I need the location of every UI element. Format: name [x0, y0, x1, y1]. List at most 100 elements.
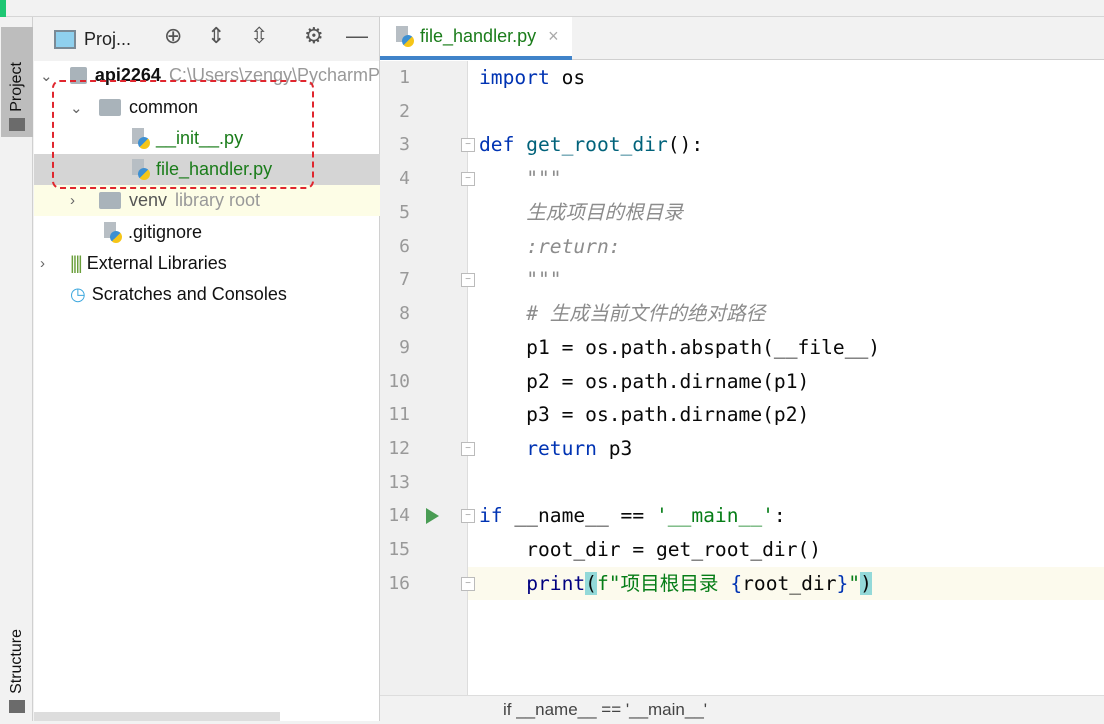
code-line[interactable]: def get_root_dir():	[479, 128, 703, 161]
code-token: ():	[667, 133, 704, 157]
tree-item-gitignore[interactable]: .gitignore	[34, 217, 380, 248]
project-toolbar: Proj... ⊕ ⇕ ⇳ ⚙ —	[34, 17, 379, 61]
code-token: p3	[596, 437, 633, 461]
tree-item-external-libraries[interactable]: › |||| External Libraries	[34, 248, 380, 279]
fold-marker-icon[interactable]: −	[461, 509, 475, 524]
code-token: f"项目根目录	[596, 571, 731, 595]
chevron-right-icon[interactable]: ›	[70, 192, 75, 209]
code-token: p1 = os.path.abspath(__file__)	[479, 335, 881, 359]
project-view-icon	[54, 29, 76, 49]
line-number: 6	[399, 235, 410, 257]
code-token: """	[526, 167, 562, 191]
code-token: def	[479, 133, 515, 157]
code-line[interactable]: return p3	[479, 432, 632, 465]
fold-marker-icon[interactable]: −	[461, 576, 475, 591]
locate-icon[interactable]: ⊕	[164, 23, 182, 49]
code-line[interactable]: if __name__ == '__main__':	[479, 499, 786, 532]
line-number: 4	[399, 168, 410, 190]
code-token: __name__ ==	[502, 504, 656, 528]
fold-marker-icon[interactable]: −	[461, 442, 475, 457]
folder-icon	[9, 118, 25, 131]
code-token: "	[848, 571, 861, 595]
line-number: 12	[388, 438, 410, 460]
expand-all-icon[interactable]: ⇕	[207, 23, 225, 49]
libraries-icon: ||||	[70, 253, 83, 273]
highlight-annotation	[52, 80, 314, 189]
code-token: )	[860, 571, 872, 595]
chevron-right-icon[interactable]: ›	[40, 255, 45, 272]
code-line[interactable]: # 生成当前文件的绝对路径	[479, 297, 765, 330]
gear-icon[interactable]: ⚙	[304, 23, 324, 49]
line-number: 16	[388, 572, 410, 594]
folder-icon	[99, 192, 121, 209]
code-line[interactable]: print(f"项目根目录 {root_dir}")	[479, 567, 872, 600]
code-breadcrumb[interactable]: if __name__ == '__main__'	[380, 695, 1104, 721]
line-number: 11	[388, 404, 410, 426]
fold-marker-icon[interactable]: −	[461, 273, 475, 288]
code-line[interactable]: 生成项目的根目录	[479, 196, 683, 229]
code-token: {	[730, 571, 743, 595]
line-number: 3	[399, 134, 410, 156]
code-token: root_dir = get_root_dir()	[479, 538, 822, 562]
code-token: print	[526, 571, 586, 595]
code-token: if	[479, 504, 503, 528]
code-line[interactable]: p2 = os.path.dirname(p1)	[479, 365, 809, 398]
code-line[interactable]: :return:	[479, 230, 620, 263]
tree-item-venv[interactable]: › venv library root	[34, 185, 380, 216]
code-token: return	[526, 437, 597, 461]
tree-item-label: .gitignore	[128, 222, 203, 242]
code-line[interactable]: """	[479, 162, 562, 195]
line-number: 8	[399, 303, 410, 325]
code-token: os	[549, 66, 586, 89]
code-token: :	[773, 504, 786, 528]
editor-panel: file_handler.py × 1 import os 2 3− def get_r…	[380, 17, 1104, 721]
line-number: 13	[388, 471, 410, 493]
code-line[interactable]: p1 = os.path.abspath(__file__)	[479, 331, 880, 364]
code-token: """	[526, 268, 562, 292]
chevron-down-icon[interactable]: ⌄	[40, 67, 53, 85]
structure-tool-tab[interactable]: Structure	[1, 607, 33, 719]
project-tab-label: Project	[8, 62, 25, 112]
line-number: 2	[399, 100, 410, 122]
code-line[interactable]: p3 = os.path.dirname(p2)	[479, 398, 809, 431]
ignored-file-icon	[102, 221, 122, 244]
project-tool-tab[interactable]: Project	[1, 27, 33, 137]
tab-label: file_handler.py	[420, 26, 537, 46]
python-file-icon	[394, 25, 414, 48]
code-line[interactable]: import os	[479, 61, 585, 94]
code-token: # 生成当前文件的绝对路径	[526, 302, 766, 326]
scratches-icon: ◷	[70, 284, 86, 304]
line-number: 7	[399, 269, 410, 291]
tree-item-hint: library root	[175, 190, 261, 210]
line-number: 1	[399, 67, 410, 88]
minimize-icon[interactable]: —	[346, 23, 368, 49]
line-number: 15	[388, 539, 410, 561]
code-token: root_dir	[742, 571, 837, 595]
code-line[interactable]: """	[479, 263, 562, 296]
run-icon[interactable]	[426, 508, 439, 525]
code-token: import	[479, 66, 550, 89]
tree-item-label: External Libraries	[86, 253, 227, 273]
tab-file-handler-py[interactable]: file_handler.py ×	[380, 17, 572, 60]
collapse-all-icon[interactable]: ⇳	[250, 23, 268, 49]
code-token: '__main__'	[655, 504, 774, 528]
fold-marker-icon[interactable]: −	[461, 138, 475, 153]
code-token: get_root_dir	[514, 133, 668, 157]
horizontal-scrollbar[interactable]	[34, 712, 280, 721]
code-token: p2 = os.path.dirname(p1)	[479, 369, 810, 393]
tree-item-scratches[interactable]: ◷ Scratches and Consoles	[34, 279, 380, 310]
structure-tab-label: Structure	[8, 629, 25, 694]
line-number: 5	[399, 201, 410, 223]
tree-item-label: venv	[129, 190, 168, 210]
fold-marker-icon[interactable]: −	[461, 172, 475, 187]
project-view-selector[interactable]: Proj...	[84, 29, 131, 50]
code-line[interactable]: root_dir = get_root_dir()	[479, 533, 821, 566]
code-token: }	[836, 571, 849, 595]
close-icon[interactable]: ×	[548, 26, 559, 47]
